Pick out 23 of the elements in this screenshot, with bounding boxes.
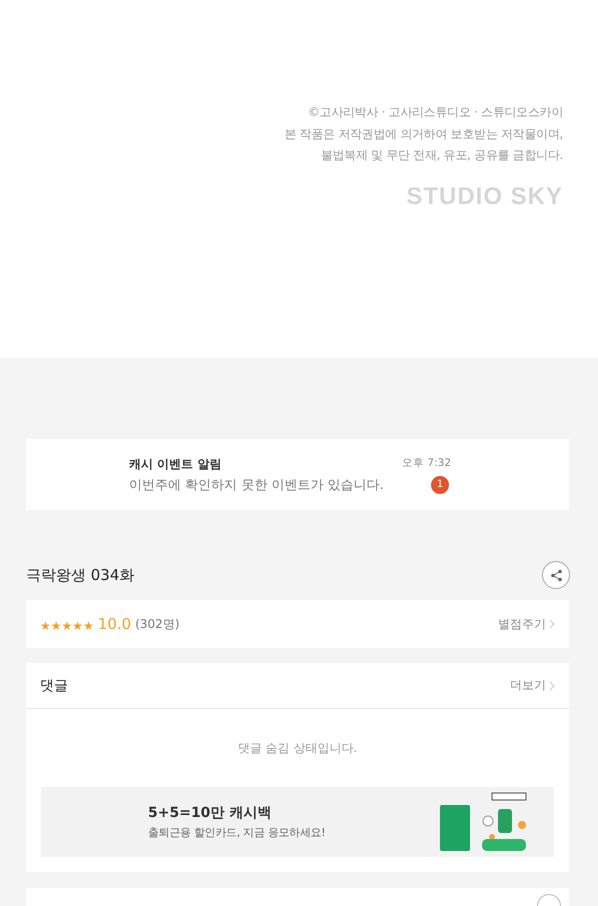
rating-score: 10.0 bbox=[98, 615, 132, 633]
notification-time: 오후 7:32 bbox=[402, 456, 451, 470]
copyright-text: 불법복제 및 무단 전재, 유포, 공유를 금합니다. bbox=[320, 147, 563, 164]
more-link[interactable]: 더보기 bbox=[510, 677, 555, 694]
copyright-text: ©고사리박사 · 고사리스튜디오 · 스튜디오스카이 bbox=[308, 104, 563, 121]
notification-card[interactable]: 캐시 이벤트 알림 이번주에 확인하지 못한 이벤트가 있습니다. 오후 7:32 1 bbox=[26, 439, 569, 510]
chevron-icon bbox=[549, 680, 555, 690]
share-icon bbox=[550, 568, 562, 582]
share-button[interactable] bbox=[542, 561, 570, 589]
copyright-text: 본 작품은 저작권법에 의거하여 보호받는 저작물이며, bbox=[284, 126, 563, 142]
chevron-icon bbox=[549, 619, 555, 629]
comments-title: 댓글 bbox=[40, 676, 68, 694]
notification-title: 캐시 이벤트 알림 bbox=[129, 456, 222, 472]
ad-subtitle: 출퇴근용 할인카드, 지금 응모하세요! bbox=[148, 825, 326, 840]
unread-count-badge: 1 bbox=[431, 476, 449, 494]
rating-count: (302명) bbox=[135, 616, 180, 632]
ad-title: 5+5=10만 캐시백 bbox=[148, 804, 272, 822]
rate-link[interactable]: 별점주기 bbox=[498, 616, 555, 632]
star-rating: ★★★★★ bbox=[40, 618, 94, 634]
comments-hidden-text: 댓글 숨김 상태입니다. bbox=[236, 740, 358, 756]
notification-message: 이번주에 확인하지 못한 이벤트가 있습니다. bbox=[129, 476, 384, 494]
episode-title: 극락왕생 034화 bbox=[26, 566, 134, 584]
ad-banner[interactable]: 5+5=10만 캐시백 출퇴근용 할인카드, 지금 응모하세요! bbox=[41, 787, 554, 857]
